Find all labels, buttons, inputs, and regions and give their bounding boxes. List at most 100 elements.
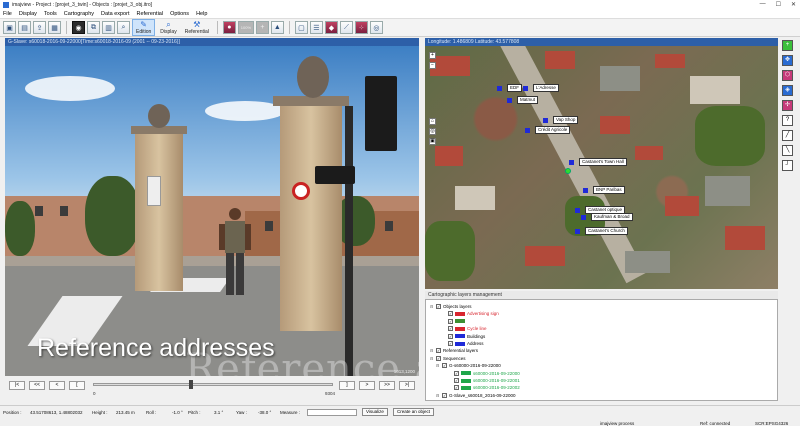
expand-toggle-icon[interactable]: ⊟ <box>430 356 434 361</box>
layers-tree[interactable]: ⊟ ✓ Objects layers ✓ Advertising sign ✓ ✓ Cycle… <box>425 299 778 401</box>
add-icon[interactable]: + <box>255 21 269 34</box>
layer-row[interactable]: ✓ Address <box>442 340 484 347</box>
address-marker[interactable] <box>543 118 548 123</box>
menu-display[interactable]: Display <box>19 11 37 17</box>
menu-tools[interactable]: Tools <box>44 11 57 17</box>
address-marker[interactable] <box>575 208 580 213</box>
timeline-slider-thumb[interactable] <box>189 380 193 389</box>
select-icon[interactable]: ◈ <box>782 85 793 96</box>
crop-icon[interactable]: ⧉ <box>87 21 100 34</box>
layer-checkbox[interactable]: ✓ <box>442 392 447 398</box>
layer-checkbox[interactable]: ✓ <box>454 378 459 383</box>
layer-checkbox[interactable]: ✓ <box>448 333 453 339</box>
create-object-button[interactable]: Create an object <box>393 408 435 416</box>
layer-checkbox[interactable]: ✓ <box>448 318 453 324</box>
search-icon[interactable]: ⌕ <box>117 21 130 34</box>
record-icon[interactable]: ● <box>222 21 236 34</box>
dual-view-icon[interactable]: ▥ <box>102 21 115 34</box>
move-icon[interactable]: ✥ <box>782 55 793 66</box>
list-icon[interactable]: ☰ <box>309 21 323 34</box>
pointcloud-icon[interactable]: ⁘ <box>354 21 368 34</box>
display-button[interactable]: ⌕ Display <box>157 19 179 36</box>
layer-checkbox[interactable]: ✓ <box>436 355 441 361</box>
home-icon[interactable]: ⌂ <box>429 118 436 125</box>
measure-select[interactable] <box>307 409 357 416</box>
edition-button[interactable]: ✎ Edition <box>132 19 156 36</box>
layer-row[interactable]: ✓ s60000-2016-09-22000 <box>448 370 520 377</box>
address-marker[interactable] <box>507 98 512 103</box>
previous-frame-button[interactable]: < <box>49 381 65 390</box>
current-position-marker[interactable] <box>565 168 571 174</box>
fast-forward-button[interactable]: >> <box>379 381 395 390</box>
zoom-out-icon[interactable]: − <box>429 62 436 69</box>
layer-row[interactable]: ✓ s60000-2016-09-22001 <box>448 377 520 384</box>
ruler-icon[interactable]: ╲ <box>782 145 793 156</box>
last-frame-button[interactable]: >| <box>399 381 415 390</box>
layer-row[interactable]: ⊟ ✓ G-Slave_s60018_2016-09-22000 <box>436 392 516 399</box>
node-edit-icon[interactable]: ⬡ <box>782 70 793 81</box>
save-as-icon[interactable]: ▤ <box>18 21 31 34</box>
export-icon[interactable]: ⇪ <box>33 21 46 34</box>
menu-help[interactable]: Help <box>196 11 207 17</box>
address-marker[interactable] <box>583 188 588 193</box>
layer-row[interactable]: ⊟ ✓ Sequences <box>430 355 466 362</box>
street-view-image[interactable]: Reference addresses Reference addresses … <box>5 46 419 376</box>
layout-icon[interactable]: ▦ <box>48 21 61 34</box>
map-view[interactable]: EDF L'Adresse Matmut Vap Shop Crédit Agr… <box>425 46 778 289</box>
layer-checkbox[interactable]: ✓ <box>454 370 459 376</box>
target-icon[interactable]: ◎ <box>369 21 383 34</box>
layer-row[interactable]: ⊟ ✓ Referential layers <box>430 347 478 354</box>
expand-toggle-icon[interactable]: ⊟ <box>430 304 434 309</box>
timeline-slider[interactable] <box>93 383 333 386</box>
cube-icon[interactable]: ◆ <box>324 21 338 34</box>
visualize-button[interactable]: Visualize <box>362 408 388 416</box>
menu-referential[interactable]: Referential <box>136 11 163 17</box>
layer-row[interactable]: ✓ Cycle line <box>442 325 487 332</box>
expand-toggle-icon[interactable]: ⊟ <box>436 363 440 368</box>
layer-checkbox[interactable]: ✓ <box>448 326 453 332</box>
address-marker[interactable] <box>575 229 580 234</box>
locate-icon[interactable]: ◎ <box>429 128 436 135</box>
menu-options[interactable]: Options <box>170 11 189 17</box>
next-frame-button[interactable]: > <box>359 381 375 390</box>
zoom-in-icon[interactable]: + <box>429 52 436 59</box>
layer-row[interactable]: ⊟ ✓ Objects layers <box>430 303 472 310</box>
split-icon[interactable]: ✢ <box>782 100 793 111</box>
maximize-button[interactable]: ☐ <box>776 1 781 8</box>
layer-checkbox[interactable]: ✓ <box>436 304 441 309</box>
help-icon[interactable]: ? <box>782 115 793 126</box>
address-marker[interactable] <box>523 86 528 91</box>
layer-row[interactable]: ⊟ ✓ G-s60000-2016-09-22000 <box>436 362 501 369</box>
menu-cartography[interactable]: Cartography <box>64 11 94 17</box>
save-icon[interactable]: ▣ <box>3 21 16 34</box>
layer-checkbox[interactable]: ✓ <box>454 385 459 391</box>
menu-data-export[interactable]: Data export <box>101 11 129 17</box>
add-object-icon[interactable]: + <box>782 40 793 51</box>
layer-checkbox[interactable]: ✓ <box>448 311 453 317</box>
layer-checkbox[interactable]: ✓ <box>442 363 447 369</box>
camera-icon[interactable]: ◉ <box>72 21 85 34</box>
referential-button[interactable]: ⚒ Referential <box>182 19 212 36</box>
layer-row[interactable]: ✓ <box>442 318 467 325</box>
mark-out-button[interactable]: ] <box>339 381 355 390</box>
menu-file[interactable]: File <box>3 11 12 17</box>
fast-backward-button[interactable]: << <box>29 381 45 390</box>
expand-toggle-icon[interactable]: ⊟ <box>430 348 434 353</box>
layer-row[interactable]: ✓ s60000-2016-09-22002 <box>448 384 520 391</box>
layer-row[interactable]: ✓ Buildings <box>442 333 485 340</box>
layer-checkbox[interactable]: ✓ <box>436 348 441 354</box>
window-icon[interactable]: ▢ <box>294 21 308 34</box>
corner-icon[interactable]: ┘ <box>782 160 793 171</box>
minimize-button[interactable]: — <box>760 1 766 8</box>
extent-icon[interactable]: ▣ <box>429 138 436 145</box>
map-icon[interactable]: ▲ <box>270 21 284 34</box>
close-button[interactable]: ✕ <box>791 1 796 8</box>
address-marker[interactable] <box>569 160 574 165</box>
chart-icon[interactable]: ⟋ <box>339 21 353 34</box>
zoom-icon[interactable]: 100% <box>237 21 254 34</box>
line-icon[interactable]: ╱ <box>782 130 793 141</box>
address-marker[interactable] <box>581 215 586 220</box>
layer-checkbox[interactable]: ✓ <box>448 341 453 346</box>
first-frame-button[interactable]: |< <box>9 381 25 390</box>
expand-toggle-icon[interactable]: ⊟ <box>436 393 440 398</box>
